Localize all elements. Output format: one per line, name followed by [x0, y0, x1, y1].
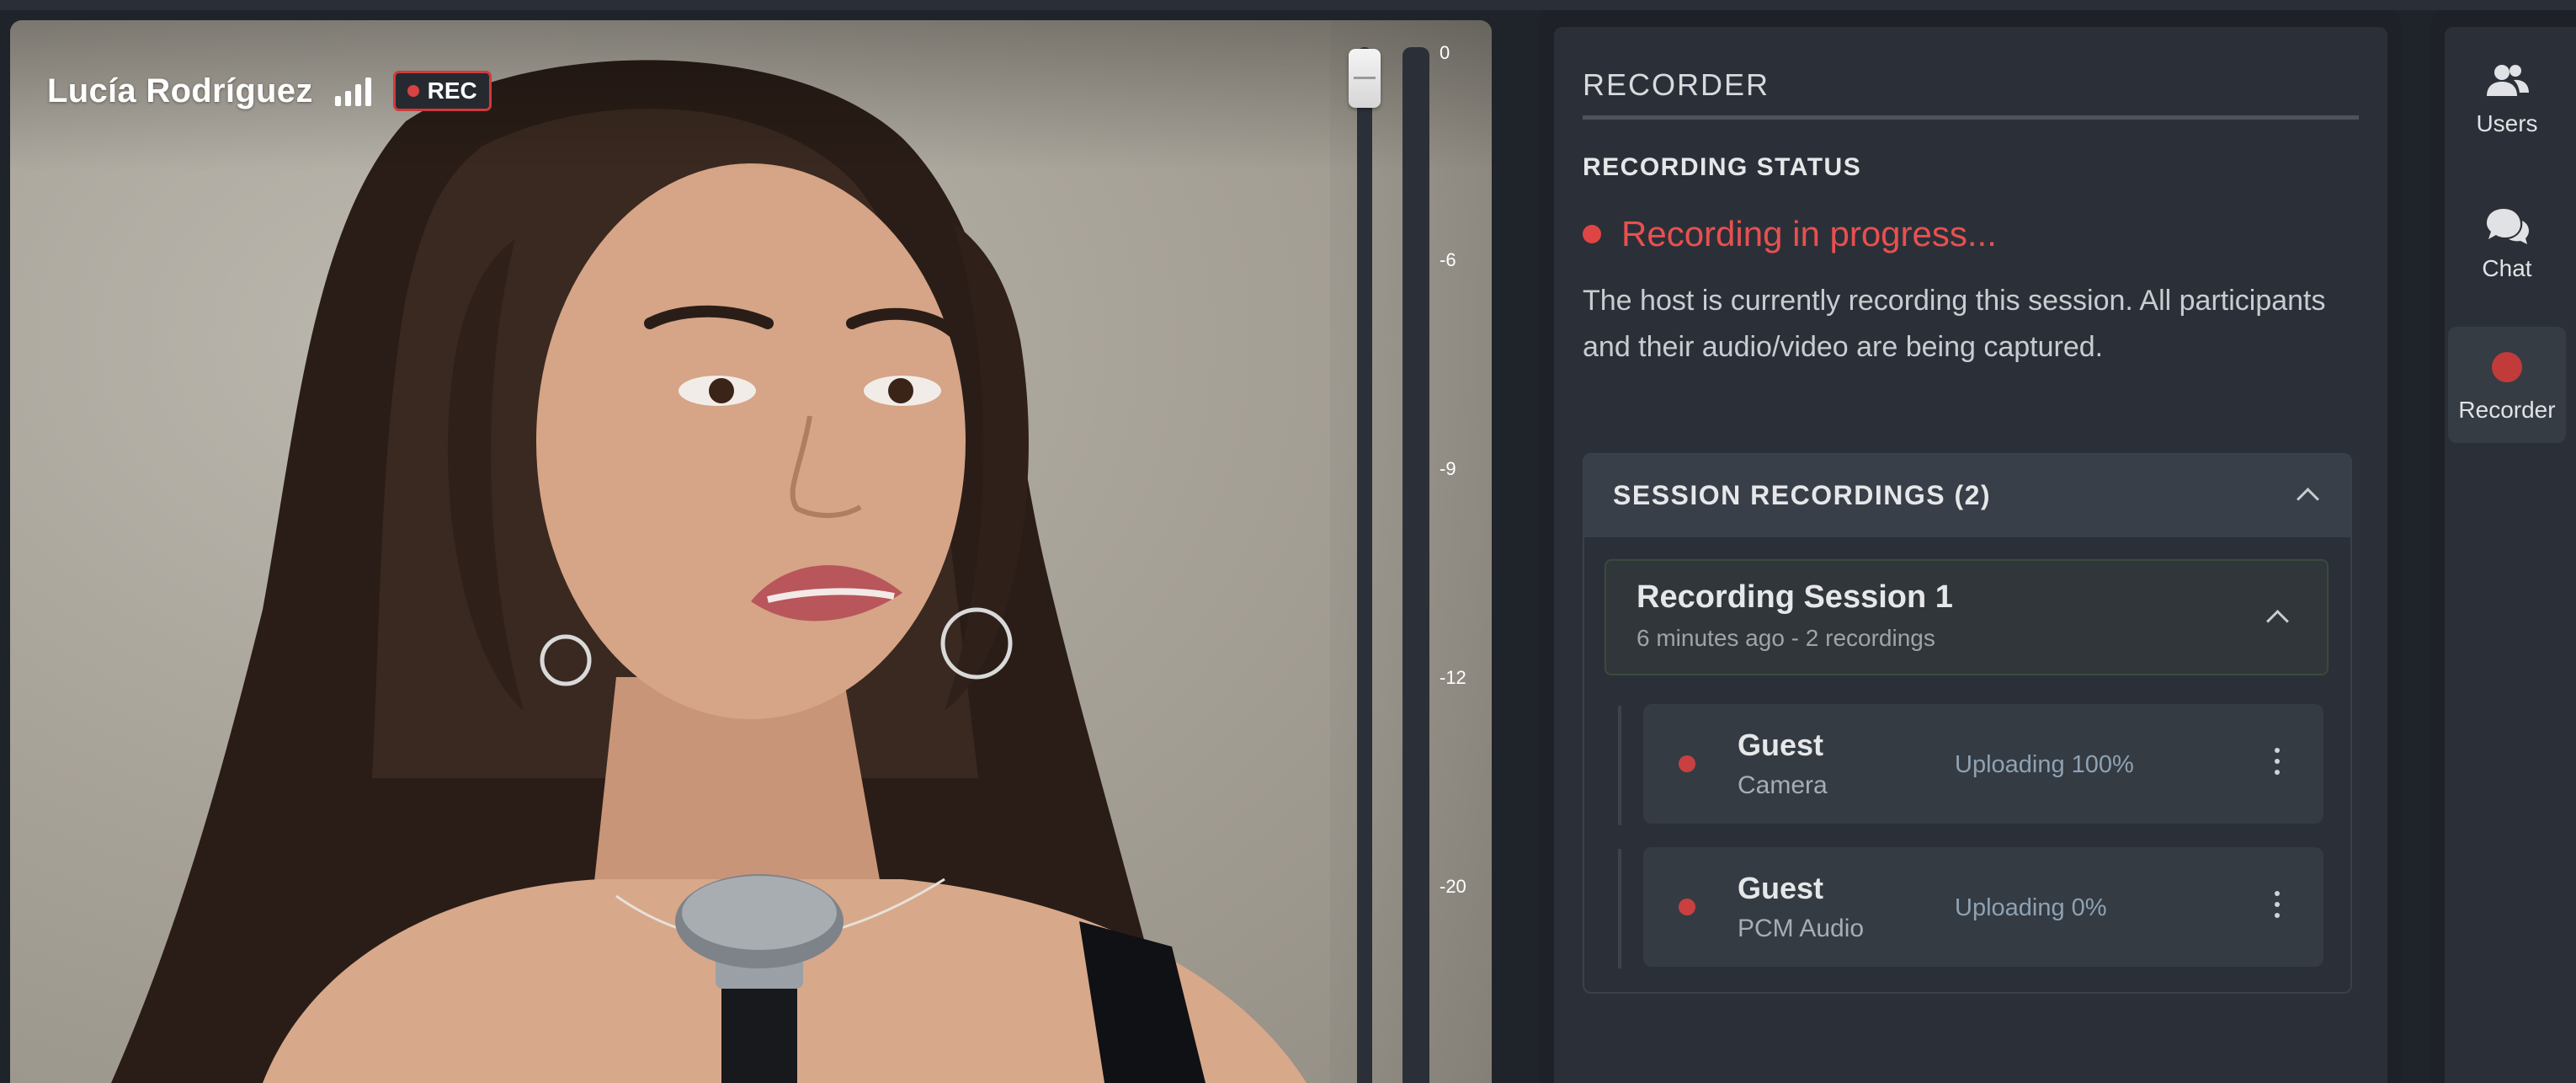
- sidebar-item-recorder[interactable]: Recorder: [2448, 327, 2566, 443]
- chevron-up-icon[interactable]: [2297, 488, 2319, 510]
- meter-tick-label: -9: [1440, 458, 1456, 479]
- recording-status-description: The host is currently recording this ses…: [1583, 285, 2326, 363]
- recording-session-card[interactable]: Recording Session 1 6 minutes ago - 2 re…: [1605, 559, 2329, 675]
- more-options-icon[interactable]: [2275, 748, 2280, 775]
- session-recordings-header[interactable]: SESSION RECORDINGS (2): [1584, 455, 2350, 537]
- audio-level-bar: [1402, 47, 1429, 1083]
- recording-tree-line: [1618, 849, 1621, 968]
- sidebar-item-users[interactable]: Users: [2448, 40, 2566, 157]
- meter-tick-label: 0: [1440, 42, 1450, 63]
- sidebar-item-chat[interactable]: Chat: [2448, 185, 2566, 301]
- users-icon: [2483, 60, 2531, 102]
- more-options-icon[interactable]: [2275, 891, 2280, 918]
- recording-dot-icon: [1679, 755, 1695, 772]
- recording-upload-status: Uploading 0%: [1955, 894, 2107, 921]
- session-meta: 6 minutes ago - 2 recordings: [1637, 625, 1935, 651]
- rec-badge: REC: [392, 71, 492, 111]
- participant-info: Lucía Rodríguez REC: [47, 71, 492, 111]
- meter-tick-label: -6: [1440, 249, 1456, 270]
- panel-title: RECORDER: [1583, 67, 1770, 102]
- recording-type: Camera: [1738, 771, 1828, 799]
- sidebar-item-label: Recorder: [2458, 397, 2556, 423]
- session-recordings-title: SESSION RECORDINGS (2): [1613, 480, 1992, 510]
- chevron-up-icon[interactable]: [2266, 610, 2289, 632]
- recording-type: PCM Audio: [1738, 915, 1865, 942]
- recording-status: Recording in progress...: [1583, 214, 1997, 254]
- sidebar-item-label: Chat: [2482, 255, 2532, 281]
- session-name: Recording Session 1: [1637, 579, 1953, 615]
- rec-badge-label: REC: [427, 77, 477, 104]
- recording-status-heading: RECORDING STATUS: [1583, 153, 1862, 181]
- participant-video-feed: [111, 60, 1307, 1083]
- session-recordings-section: SESSION RECORDINGS (2) Recording Session…: [1583, 453, 2352, 994]
- recording-source: Guest: [1738, 728, 1824, 762]
- record-dot-icon: [2483, 346, 2531, 388]
- meter-tick-label: -12: [1440, 667, 1466, 688]
- participant-video-tile[interactable]: [10, 20, 1492, 1083]
- volume-slider-track[interactable]: [1357, 47, 1372, 1083]
- recording-item[interactable]: Guest Camera Uploading 100%: [1643, 704, 2323, 824]
- rec-dot-icon: [407, 85, 419, 97]
- panel-title-divider: [1583, 115, 2359, 120]
- chat-icon: [2483, 205, 2531, 247]
- recording-item[interactable]: Guest PCM Audio Uploading 0%: [1643, 847, 2323, 967]
- recording-dot-icon: [1679, 899, 1695, 915]
- recording-tree-line: [1618, 706, 1621, 825]
- recording-dot-icon: [1583, 225, 1601, 243]
- participant-name: Lucía Rodríguez: [47, 72, 313, 109]
- sidebar-item-label: Users: [2476, 110, 2538, 136]
- recording-upload-status: Uploading 100%: [1955, 751, 2134, 778]
- recording-source: Guest: [1738, 871, 1824, 905]
- signal-bars-icon: [334, 76, 371, 106]
- volume-slider-handle[interactable]: [1349, 49, 1381, 108]
- top-bar: [0, 0, 2576, 10]
- meter-tick-label: -20: [1440, 876, 1466, 897]
- recording-status-text: Recording in progress...: [1621, 214, 1997, 253]
